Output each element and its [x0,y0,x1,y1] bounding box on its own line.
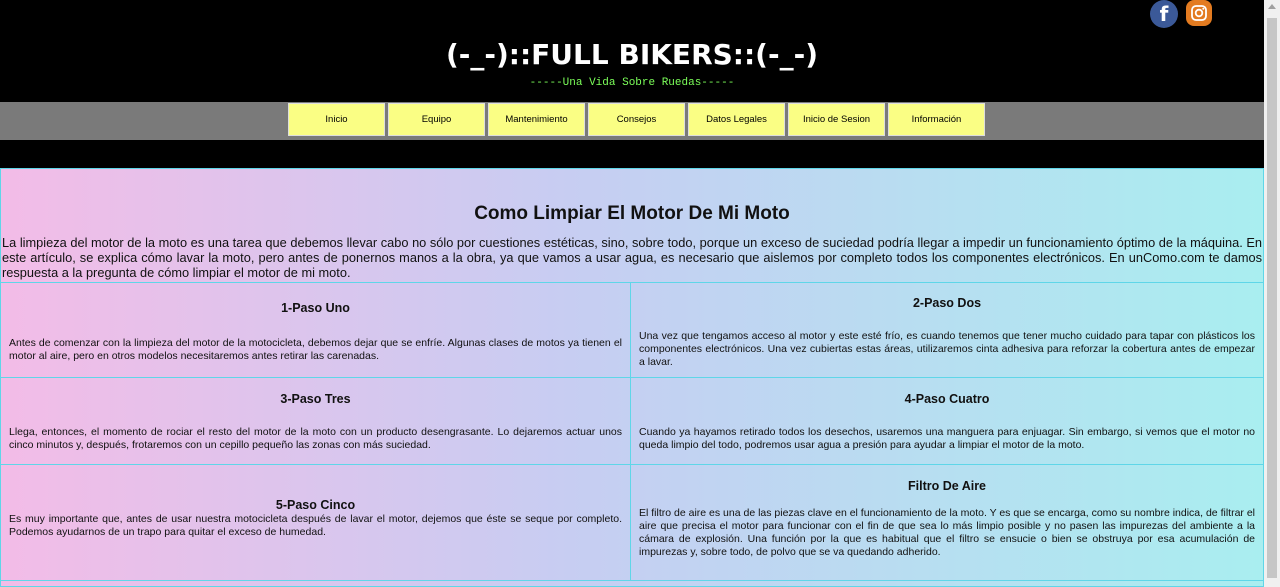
site-header: f (-_-)::FULL BIKERS::(-_-) -----Una Vid… [0,0,1264,102]
facebook-icon[interactable]: f [1150,0,1178,28]
step-title: 2-Paso Dos [912,296,982,310]
nav-item-inicio[interactable]: Inicio [288,103,385,136]
nav-menu: Inicio Equipo Mantenimiento Consejos Dat… [288,103,988,136]
navbar: Inicio Equipo Mantenimiento Consejos Dat… [0,102,1264,140]
step-title: 3-Paso Tres [280,392,351,406]
vertical-scrollbar[interactable] [1264,0,1280,587]
step-card: 2-Paso Dos Una vez que tengamos acceso a… [631,283,1263,378]
step-card: 1-Paso Uno Antes de comenzar con la limp… [1,283,631,378]
header-spacer [0,140,1264,168]
step-card: 5-Paso Cinco Es muy importante que, ante… [1,465,631,581]
step-text: Llega, entonces, el momento de rociar el… [9,426,622,451]
nav-item-inicio-sesion[interactable]: Inicio de Sesion [788,103,885,136]
nav-item-mantenimiento[interactable]: Mantenimiento [488,103,585,136]
step-title: 1-Paso Uno [281,301,350,315]
step-text: Cuando ya hayamos retirado todos los des… [639,426,1255,451]
page-title: Como Limpiar El Motor De Mi Moto [474,203,790,224]
scrollbar-thumb[interactable] [1267,18,1277,578]
step-text: Es muy importante que, antes de usar nue… [9,513,622,538]
step-title: Filtro De Aire [907,479,987,493]
nav-item-equipo[interactable]: Equipo [388,103,485,136]
step-text: Antes de comenzar con la limpieza del mo… [9,337,622,362]
scroll-up-icon[interactable] [1268,4,1276,9]
intro-paragraph: La limpieza del motor de la moto es una … [2,235,1262,280]
step-card: 3-Paso Tres Llega, entonces, el momento … [1,378,631,465]
nav-item-consejos[interactable]: Consejos [588,103,685,136]
main-content: Como Limpiar El Motor De Mi Moto La limp… [0,168,1264,587]
step-text: El filtro de aire es una de las piezas c… [639,507,1255,558]
instagram-icon[interactable] [1186,0,1212,26]
nav-item-informacion[interactable]: Información [888,103,985,136]
site-subtitle: -----Una Vida Sobre Ruedas----- [529,77,735,89]
step-card: 4-Paso Cuatro Cuando ya hayamos retirado… [631,378,1263,465]
nav-item-datos-legales[interactable]: Datos Legales [688,103,785,136]
step-title: 4-Paso Cuatro [904,392,990,406]
step-text: Una vez que tengamos acceso al motor y e… [639,330,1255,368]
site-title: (-_-)::FULL BIKERS::(-_-) [445,38,819,71]
step-title: 5-Paso Cinco [275,498,356,512]
step-card: Filtro De Aire El filtro de aire es una … [631,465,1263,581]
social-links: f [1150,0,1212,28]
steps-grid: 1-Paso Uno Antes de comenzar con la limp… [1,282,1263,581]
